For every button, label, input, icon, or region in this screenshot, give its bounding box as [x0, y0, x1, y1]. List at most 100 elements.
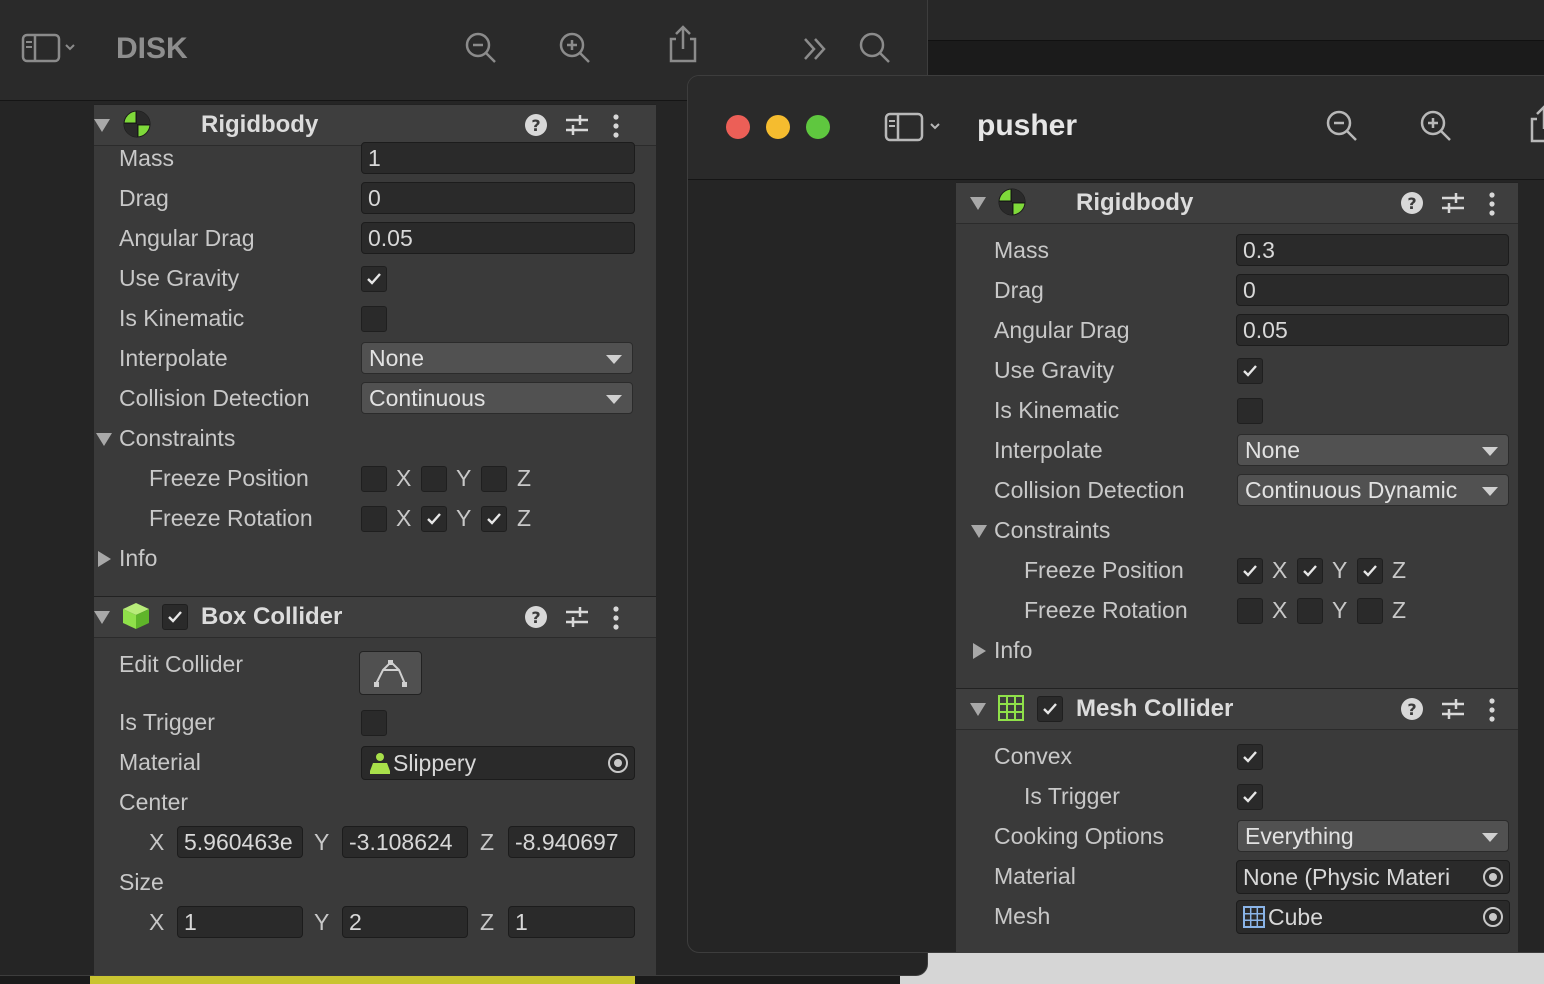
more-vertical-icon[interactable]	[1486, 191, 1498, 222]
box-collider-header[interactable]: Box Collider ?	[94, 596, 656, 638]
collision-detection-dropdown[interactable]: Continuous	[361, 382, 633, 414]
help-icon[interactable]: ?	[524, 605, 548, 634]
search-icon[interactable]	[855, 28, 895, 68]
chevron-double-right-icon[interactable]	[795, 29, 835, 69]
freeze-rotation-y-checkbox[interactable]	[421, 506, 447, 532]
freeze-rotation-z-checkbox[interactable]	[481, 506, 507, 532]
preset-sliders-icon[interactable]	[1440, 697, 1466, 726]
rigidbody-header[interactable]: Rigidbody ?	[94, 104, 656, 146]
axis-y-label: Y	[1332, 557, 1348, 583]
is-trigger-checkbox[interactable]	[361, 710, 387, 736]
cooking-options-dropdown[interactable]: Everything	[1237, 820, 1509, 852]
mesh-collider-header[interactable]: Mesh Collider ?	[956, 688, 1518, 730]
preset-sliders-icon[interactable]	[564, 113, 590, 142]
drag-field[interactable]: 0	[1236, 274, 1509, 306]
mesh-object-field[interactable]: Cube	[1236, 900, 1510, 934]
material-object-field[interactable]: None (Physic Materi	[1236, 860, 1510, 894]
size-label: Size	[119, 869, 164, 895]
convex-label: Convex	[994, 743, 1072, 769]
interpolate-dropdown[interactable]: None	[1237, 434, 1509, 466]
more-vertical-icon[interactable]	[610, 113, 622, 144]
rigidbody-header[interactable]: Rigidbody ?	[956, 182, 1518, 224]
window-close-button[interactable]	[726, 115, 750, 139]
freeze-rotation-x-checkbox[interactable]	[361, 506, 387, 532]
zoom-in-icon[interactable]	[1416, 106, 1456, 146]
is-kinematic-checkbox[interactable]	[1237, 398, 1263, 424]
window-titlebar: pusher	[688, 76, 1544, 180]
info-foldout-icon[interactable]	[98, 551, 111, 567]
collision-detection-dropdown[interactable]: Continuous Dynamic	[1237, 474, 1509, 506]
cube-icon	[121, 601, 151, 636]
use-gravity-checkbox[interactable]	[1237, 358, 1263, 384]
freeze-position-z-checkbox[interactable]	[1357, 558, 1383, 584]
zoom-out-icon[interactable]	[1322, 106, 1362, 146]
foldout-arrow-icon[interactable]	[94, 611, 110, 624]
center-x-label: X	[149, 829, 165, 855]
drag-label: Drag	[119, 185, 169, 211]
material-value: Slippery	[393, 750, 477, 776]
object-picker-icon[interactable]	[1483, 867, 1503, 887]
component-title: Rigidbody	[1076, 189, 1194, 216]
share-icon[interactable]	[1524, 104, 1544, 144]
drag-field[interactable]: 0	[361, 182, 635, 214]
is-kinematic-checkbox[interactable]	[361, 306, 387, 332]
object-picker-icon[interactable]	[1483, 907, 1503, 927]
help-icon[interactable]: ?	[524, 113, 548, 142]
help-icon[interactable]: ?	[1400, 697, 1424, 726]
preset-sliders-icon[interactable]	[564, 605, 590, 634]
interpolate-dropdown[interactable]: None	[361, 342, 633, 374]
cooking-options-value: Everything	[1245, 823, 1354, 849]
axis-z-label: Z	[1392, 557, 1407, 583]
center-z-field[interactable]: -8.940697	[508, 826, 635, 858]
box-collider-enabled-checkbox[interactable]	[162, 604, 188, 630]
freeze-rotation-y-checkbox[interactable]	[1297, 598, 1323, 624]
window-minimize-button[interactable]	[766, 115, 790, 139]
axis-z-label: Z	[517, 505, 532, 531]
size-z-field[interactable]: 1	[508, 906, 635, 938]
help-icon[interactable]: ?	[1400, 191, 1424, 220]
constraints-foldout-icon[interactable]	[96, 433, 112, 446]
mass-field[interactable]: 0.3	[1236, 234, 1509, 266]
convex-checkbox[interactable]	[1237, 744, 1263, 770]
use-gravity-checkbox[interactable]	[361, 266, 387, 292]
angular-drag-field[interactable]: 0.05	[361, 222, 635, 254]
freeze-position-label: Freeze Position	[1024, 557, 1184, 583]
object-picker-icon[interactable]	[608, 753, 628, 773]
freeze-position-y-checkbox[interactable]	[1297, 558, 1323, 584]
sidebar-toggle-icon[interactable]	[884, 107, 948, 147]
center-x-field[interactable]: 5.960463e	[177, 826, 303, 858]
freeze-rotation-x-checkbox[interactable]	[1237, 598, 1263, 624]
material-object-field[interactable]: Slippery	[361, 746, 635, 780]
size-y-field[interactable]: 2	[342, 906, 468, 938]
collision-detection-value: Continuous	[369, 385, 486, 411]
freeze-rotation-z-checkbox[interactable]	[1357, 598, 1383, 624]
share-icon[interactable]	[663, 24, 703, 64]
freeze-position-x-checkbox[interactable]	[1237, 558, 1263, 584]
edit-collider-button[interactable]	[359, 651, 422, 695]
zoom-out-icon[interactable]	[461, 28, 501, 68]
freeze-position-z-checkbox[interactable]	[481, 466, 507, 492]
mesh-collider-enabled-checkbox[interactable]	[1037, 696, 1063, 722]
axis-z-label: Z	[1392, 597, 1407, 623]
angular-drag-field[interactable]: 0.05	[1236, 314, 1509, 346]
window-zoom-button[interactable]	[806, 115, 830, 139]
material-value: None (Physic Materi	[1243, 864, 1451, 890]
zoom-in-icon[interactable]	[555, 28, 595, 68]
freeze-position-y-checkbox[interactable]	[421, 466, 447, 492]
more-vertical-icon[interactable]	[1486, 697, 1498, 728]
foldout-arrow-icon[interactable]	[970, 703, 986, 716]
size-x-field[interactable]: 1	[177, 906, 303, 938]
more-vertical-icon[interactable]	[610, 605, 622, 636]
freeze-position-x-checkbox[interactable]	[361, 466, 387, 492]
component-title: Mesh Collider	[1076, 695, 1234, 722]
foldout-arrow-icon[interactable]	[94, 119, 110, 132]
is-trigger-checkbox[interactable]	[1237, 784, 1263, 810]
mass-field[interactable]: 1	[361, 142, 635, 174]
sidebar-toggle-icon[interactable]	[21, 28, 77, 68]
constraints-foldout-icon[interactable]	[971, 525, 987, 538]
info-foldout-icon[interactable]	[973, 643, 986, 659]
svg-text:?: ?	[1407, 700, 1416, 719]
preset-sliders-icon[interactable]	[1440, 191, 1466, 220]
center-y-field[interactable]: -3.108624	[342, 826, 468, 858]
foldout-arrow-icon[interactable]	[970, 197, 986, 210]
